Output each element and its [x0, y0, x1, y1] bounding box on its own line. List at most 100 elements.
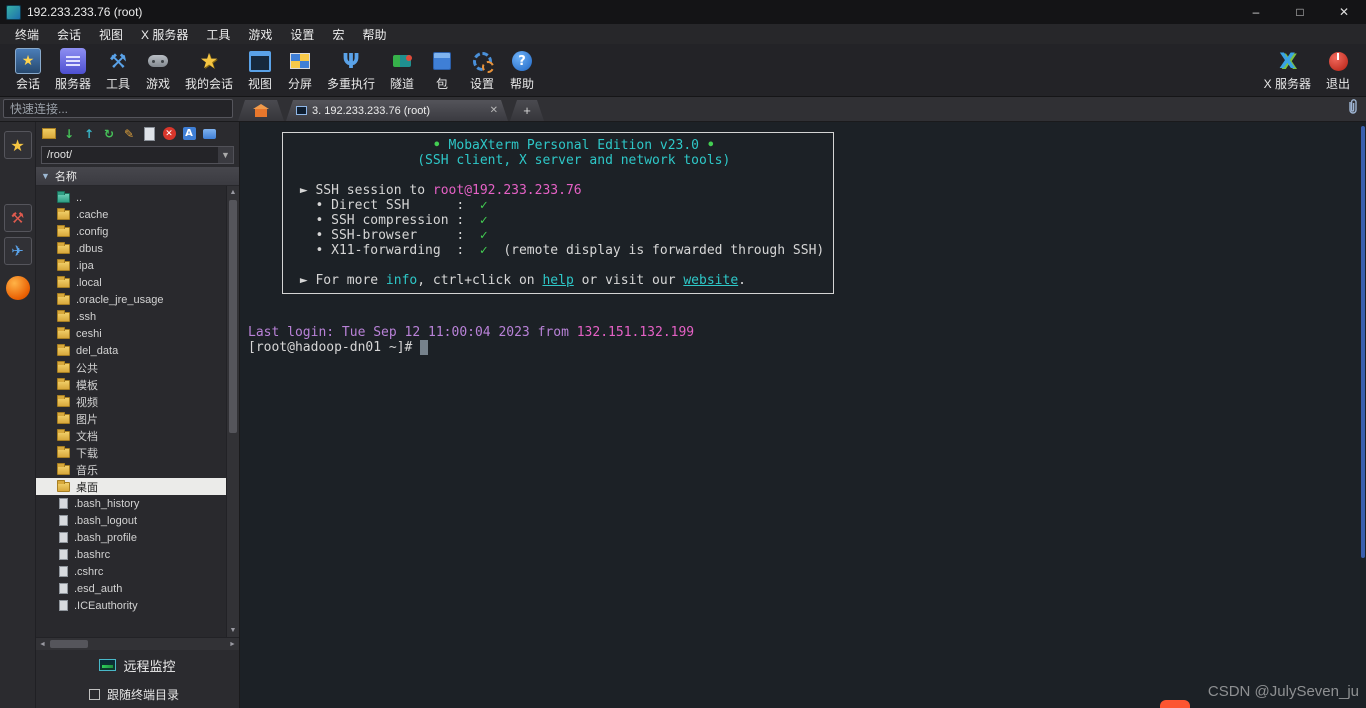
file-item-图片[interactable]: 图片 [36, 410, 226, 427]
file-item-.ICEauthority[interactable]: .ICEauthority [36, 597, 226, 614]
tools-panel-icon[interactable] [4, 204, 32, 232]
terminal-text [292, 138, 433, 153]
toolbar-button-multiexec[interactable]: 多重执行 [320, 47, 382, 93]
remote-monitoring-button[interactable]: 远程监控 [36, 650, 239, 680]
scroll-down-icon[interactable]: ▼ [227, 624, 239, 637]
website-link[interactable]: website [683, 273, 738, 288]
menu-item-4[interactable]: 工具 [197, 26, 239, 43]
path-dropdown[interactable]: /root/ ▼ [41, 146, 234, 164]
edit-folder-icon[interactable] [120, 125, 138, 143]
download-icon[interactable] [60, 125, 78, 143]
scroll-right-icon[interactable]: ► [226, 641, 239, 648]
maximize-button[interactable]: □ [1278, 0, 1322, 24]
menu-item-8[interactable]: 帮助 [353, 26, 395, 43]
toolbar-button-view[interactable]: 视图 [240, 47, 280, 93]
tab-close-icon[interactable]: ✕ [490, 105, 498, 116]
menu-item-6[interactable]: 设置 [281, 26, 323, 43]
menu-item-3[interactable]: X 服务器 [132, 26, 197, 43]
toolbar-button-xserver[interactable]: X 服务器 [1257, 47, 1318, 93]
sync-icon[interactable] [200, 125, 218, 143]
file-item-.bash_logout[interactable]: .bash_logout [36, 512, 226, 529]
new-folder-icon[interactable] [40, 125, 58, 143]
new-tab-button[interactable]: + [510, 100, 544, 121]
toolbar-button-help[interactable]: 帮助 [502, 47, 542, 93]
font-icon[interactable] [180, 125, 198, 143]
minimize-button[interactable]: – [1234, 0, 1278, 24]
monitor-icon [99, 659, 116, 671]
file-item-公共[interactable]: 公共 [36, 359, 226, 376]
file-item-视频[interactable]: 视频 [36, 393, 226, 410]
file-item-.bash_profile[interactable]: .bash_profile [36, 529, 226, 546]
toolbar-button-session[interactable]: 会话 [8, 47, 48, 93]
terminal-scrollbar[interactable] [1361, 126, 1365, 558]
chevron-down-icon[interactable]: ▼ [218, 147, 233, 163]
upload-icon[interactable] [80, 125, 98, 143]
home-icon [255, 109, 267, 117]
menu-item-5[interactable]: 游戏 [239, 26, 281, 43]
horizontal-scroll-thumb[interactable] [50, 640, 88, 648]
terminal-text: , ctrl+click on [417, 273, 542, 288]
file-item-.config[interactable]: .config [36, 223, 226, 240]
tab-session[interactable]: 3. 192.233.233.76 (root) ✕ [286, 100, 508, 121]
follow-terminal-checkbox[interactable]: 跟随终端目录 [36, 680, 239, 708]
menu-item-1[interactable]: 会话 [48, 26, 90, 43]
help-link[interactable]: help [542, 273, 573, 288]
toolbar-button-servers[interactable]: 服务器 [48, 47, 98, 93]
terminal-cursor[interactable] [420, 340, 428, 355]
toolbar-button-my-sessions[interactable]: 我的会话 [178, 47, 240, 93]
file-list: ...cache.config.dbus.ipa.local.oracle_jr… [36, 186, 226, 637]
menu-item-2[interactable]: 视图 [90, 26, 132, 43]
stop-icon[interactable] [160, 125, 178, 143]
macros-panel-icon[interactable] [4, 237, 32, 265]
close-button[interactable]: ✕ [1322, 0, 1366, 24]
horizontal-scrollbar[interactable]: ◄ ► [36, 637, 239, 650]
file-item-音乐[interactable]: 音乐 [36, 461, 226, 478]
file-item-.bashrc[interactable]: .bashrc [36, 546, 226, 563]
file-item-.cshrc[interactable]: .cshrc [36, 563, 226, 580]
file-item-..[interactable]: .. [36, 189, 226, 206]
file-item-模板[interactable]: 模板 [36, 376, 226, 393]
csdn-logo-fragment [1160, 700, 1190, 708]
toolbar-button-exit[interactable]: 退出 [1318, 47, 1358, 93]
menu-item-0[interactable]: 终端 [6, 26, 48, 43]
toolbar-button-games[interactable]: 游戏 [138, 47, 178, 93]
attachment-paperclip-icon[interactable] [1346, 98, 1359, 120]
file-item-.bash_history[interactable]: .bash_history [36, 495, 226, 512]
file-item-下载[interactable]: 下载 [36, 444, 226, 461]
quick-connect-input[interactable]: 快速连接... [3, 99, 233, 118]
file-item-文档[interactable]: 文档 [36, 427, 226, 444]
checkbox-icon[interactable] [89, 689, 100, 700]
name-column-header[interactable]: ▼ 名称 [36, 167, 239, 186]
horizontal-scroll-track[interactable] [49, 638, 226, 650]
file-item-ceshi[interactable]: ceshi [36, 325, 226, 342]
scroll-up-icon[interactable]: ▲ [227, 186, 239, 199]
file-item-.ipa[interactable]: .ipa [36, 257, 226, 274]
home-tab[interactable] [238, 100, 284, 121]
sessions-star-icon[interactable] [4, 131, 32, 159]
menu-item-7[interactable]: 宏 [323, 26, 353, 43]
file-item-.dbus[interactable]: .dbus [36, 240, 226, 257]
new-file-icon[interactable] [140, 125, 158, 143]
moba-ball-icon[interactable] [6, 276, 30, 300]
terminal[interactable]: • MobaXterm Personal Edition v23.0 • (SS… [240, 122, 1366, 708]
toolbar-button-tunneling[interactable]: 隧道 [382, 47, 422, 93]
file-item-del_data[interactable]: del_data [36, 342, 226, 359]
vertical-scroll-track[interactable] [227, 199, 239, 624]
scroll-left-icon[interactable]: ◄ [36, 641, 49, 648]
file-item-.cache[interactable]: .cache [36, 206, 226, 223]
file-item-.local[interactable]: .local [36, 274, 226, 291]
tab-label: 3. 192.233.233.76 (root) [312, 105, 430, 117]
file-item-桌面[interactable]: 桌面 [36, 478, 226, 495]
file-item-.ssh[interactable]: .ssh [36, 308, 226, 325]
toolbar-button-tools[interactable]: 工具 [98, 47, 138, 93]
file-name: 公共 [76, 360, 98, 376]
file-item-.oracle_jre_usage[interactable]: .oracle_jre_usage [36, 291, 226, 308]
file-item-.esd_auth[interactable]: .esd_auth [36, 580, 226, 597]
toolbar-button-packages[interactable]: 包 [422, 47, 462, 93]
refresh-icon[interactable] [100, 125, 118, 143]
vertical-scrollbar[interactable]: ▲ ▼ [226, 186, 239, 637]
toolbar-button-split[interactable]: 分屏 [280, 47, 320, 93]
vertical-scroll-thumb[interactable] [229, 200, 237, 433]
toolbar-button-settings[interactable]: 设置 [462, 47, 502, 93]
folder-icon [57, 227, 70, 237]
